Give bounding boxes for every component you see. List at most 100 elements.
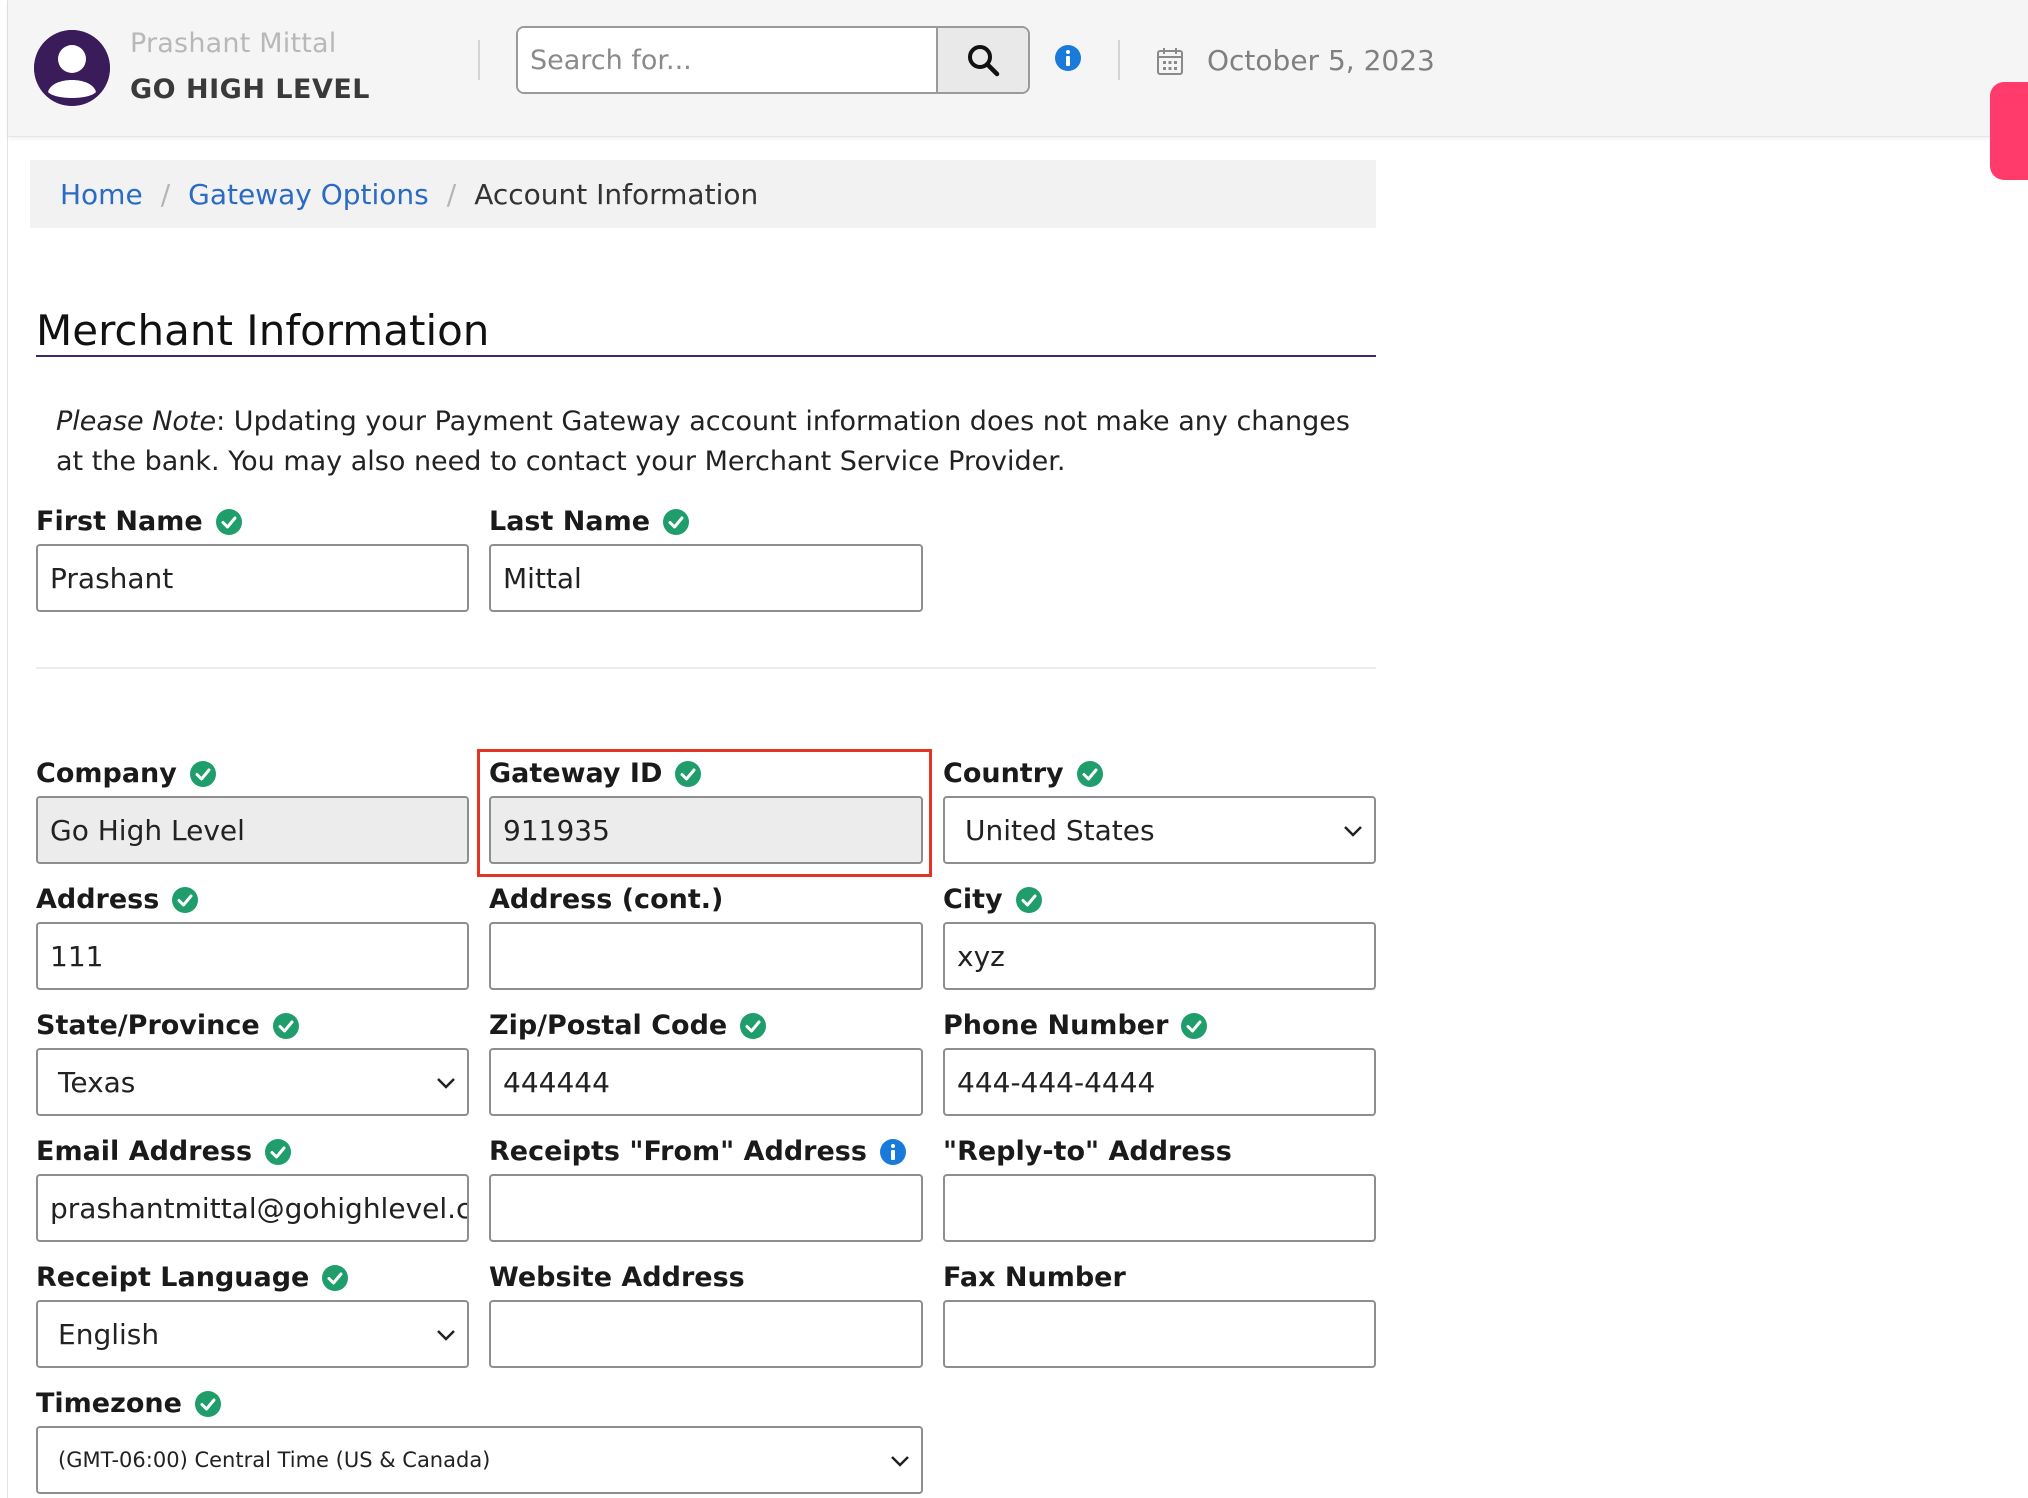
address-label: Address — [36, 884, 199, 915]
check-circle-icon — [215, 508, 242, 535]
chevron-down-icon — [437, 1330, 455, 1341]
receipt-language-label: Receipt Language — [36, 1262, 349, 1293]
info-icon[interactable] — [879, 1138, 907, 1166]
form-divider — [36, 667, 1376, 669]
breadcrumb: Home / Gateway Options / Account Informa… — [30, 160, 1376, 228]
side-tab-button[interactable] — [1990, 82, 2028, 180]
city-label: City — [943, 884, 1043, 915]
last-name-label-text: Last Name — [489, 506, 651, 537]
search-icon — [968, 45, 1000, 77]
info-icon[interactable] — [1054, 44, 1082, 72]
state-label-text: State/Province — [36, 1010, 260, 1041]
city-label-text: City — [943, 884, 1003, 915]
company-label-text: Company — [36, 758, 177, 789]
receipts-from-label: Receipts "From" Address — [489, 1136, 907, 1167]
current-date: October 5, 2023 — [1207, 44, 1435, 77]
state-select[interactable]: Texas — [36, 1048, 469, 1116]
check-circle-icon — [172, 886, 199, 913]
reply-to-input[interactable] — [943, 1174, 1376, 1242]
gateway-id-highlight — [477, 749, 932, 877]
title-underline — [36, 355, 1376, 357]
search-box — [516, 26, 1030, 94]
phone-label: Phone Number — [943, 1010, 1208, 1041]
receipt-language-select[interactable]: English — [36, 1300, 469, 1368]
chevron-down-icon — [1344, 826, 1362, 837]
first-name-label: First Name — [36, 506, 243, 537]
website-label: Website Address — [489, 1262, 745, 1293]
check-circle-icon — [272, 1012, 299, 1039]
zip-label-text: Zip/Postal Code — [489, 1010, 728, 1041]
email-label: Email Address — [36, 1136, 292, 1167]
first-name-input[interactable] — [36, 544, 469, 612]
top-header: Prashant Mittal GO HIGH LEVEL October 5,… — [8, 0, 2028, 137]
timezone-label-text: Timezone — [36, 1388, 182, 1419]
country-select-value: United States — [965, 813, 1155, 847]
note-prefix: Please Note — [56, 406, 217, 437]
chevron-down-icon — [437, 1078, 455, 1089]
phone-input[interactable] — [943, 1048, 1376, 1116]
info-note: Please Note: Updating your Payment Gatew… — [56, 402, 1356, 482]
email-input[interactable] — [36, 1174, 469, 1242]
note-text: : Updating your Payment Gateway account … — [56, 406, 1350, 477]
website-label-text: Website Address — [489, 1262, 745, 1293]
search-input[interactable] — [518, 28, 936, 92]
header-divider — [478, 40, 480, 80]
country-select[interactable]: United States — [943, 796, 1376, 864]
last-name-label: Last Name — [489, 506, 690, 537]
country-label: Country — [943, 758, 1104, 789]
fax-input[interactable] — [943, 1300, 1376, 1368]
org-name: GO HIGH LEVEL — [130, 74, 371, 105]
email-label-text: Email Address — [36, 1136, 253, 1167]
header-divider — [1118, 40, 1120, 80]
phone-label-text: Phone Number — [943, 1010, 1169, 1041]
first-name-label-text: First Name — [36, 506, 203, 537]
user-name: Prashant Mittal — [130, 28, 337, 59]
check-circle-icon — [1015, 886, 1042, 913]
reply-to-label: "Reply-to" Address — [943, 1136, 1232, 1167]
city-input[interactable] — [943, 922, 1376, 990]
fax-label: Fax Number — [943, 1262, 1126, 1293]
address-cont-label-text: Address (cont.) — [489, 884, 724, 915]
receipt-language-label-text: Receipt Language — [36, 1262, 310, 1293]
state-select-value: Texas — [58, 1065, 136, 1099]
receipts-from-input[interactable] — [489, 1174, 923, 1242]
breadcrumb-separator: / — [160, 177, 171, 211]
check-circle-icon — [322, 1264, 349, 1291]
country-label-text: Country — [943, 758, 1064, 789]
left-edge — [0, 0, 8, 1498]
receipts-from-label-text: Receipts "From" Address — [489, 1136, 867, 1167]
breadcrumb-home-link[interactable]: Home — [60, 178, 143, 211]
check-circle-icon — [265, 1138, 292, 1165]
address-cont-label: Address (cont.) — [489, 884, 723, 915]
search-button[interactable] — [936, 28, 1028, 92]
receipt-language-select-value: English — [58, 1317, 160, 1351]
last-name-input[interactable] — [489, 544, 923, 612]
company-label: Company — [36, 758, 217, 789]
timezone-select-value: (GMT-06:00) Central Time (US & Canada) — [58, 1448, 491, 1472]
address-input[interactable] — [36, 922, 469, 990]
user-avatar-icon[interactable] — [34, 30, 110, 106]
address-cont-input[interactable] — [489, 922, 923, 990]
company-input[interactable] — [36, 796, 469, 864]
state-label: State/Province — [36, 1010, 300, 1041]
check-circle-icon — [740, 1012, 767, 1039]
check-circle-icon — [1181, 1012, 1208, 1039]
calendar-icon — [1157, 48, 1183, 75]
breadcrumb-current: Account Information — [474, 177, 759, 211]
breadcrumb-gateway-options-link[interactable]: Gateway Options — [188, 178, 429, 211]
chevron-down-icon — [891, 1456, 909, 1467]
page-title: Merchant Information — [36, 306, 490, 355]
timezone-label: Timezone — [36, 1388, 222, 1419]
zip-label: Zip/Postal Code — [489, 1010, 767, 1041]
breadcrumb-separator: / — [446, 177, 457, 211]
reply-to-label-text: "Reply-to" Address — [943, 1136, 1232, 1167]
check-circle-icon — [194, 1390, 221, 1417]
check-circle-icon — [663, 508, 690, 535]
address-label-text: Address — [36, 884, 160, 915]
timezone-select[interactable]: (GMT-06:00) Central Time (US & Canada) — [36, 1426, 923, 1494]
check-circle-icon — [1076, 760, 1103, 787]
website-input[interactable] — [489, 1300, 923, 1368]
fax-label-text: Fax Number — [943, 1262, 1126, 1293]
zip-input[interactable] — [489, 1048, 923, 1116]
check-circle-icon — [189, 760, 216, 787]
